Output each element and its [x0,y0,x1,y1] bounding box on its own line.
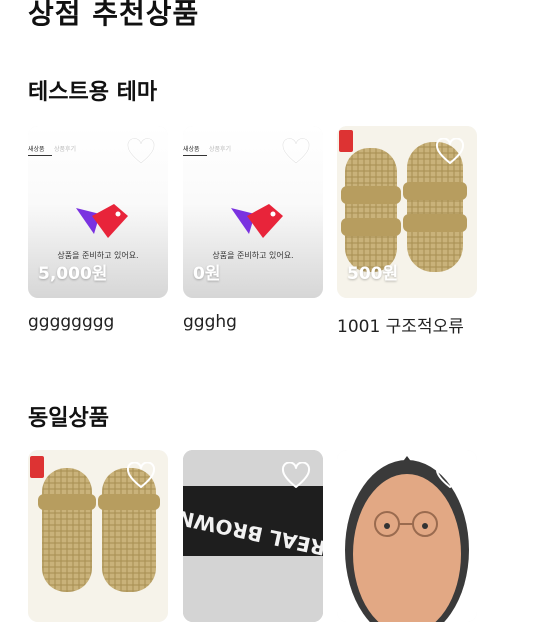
product-card[interactable] [28,450,168,622]
product-card[interactable]: 새상품 상품후기 상품을 준비하고 있어요. 0원 [183,126,323,298]
product-price: 5,000원 [38,264,108,284]
seal-stamp [339,130,353,152]
product-card[interactable]: 500원 [337,126,477,298]
placeholder-tab-new: 새상품 [183,144,207,156]
section-title: 테스트용 테마 [28,80,158,105]
product-card[interactable]: 새상품 상품후기 상품을 준비하고 있어요. 5,000원 [28,126,168,298]
placeholder-tab-new: 새상품 [28,144,52,156]
product-price: 0원 [193,264,221,284]
placeholder-tab-review: 상품후기 [54,146,77,153]
heart-icon[interactable] [126,462,156,490]
product-name[interactable]: gggggggg [28,312,114,332]
page-title: 상점 추천상품 [28,0,200,30]
heart-icon[interactable] [126,138,156,166]
product-card[interactable] [337,450,477,622]
heart-icon[interactable] [281,462,311,490]
tag-logo-icon [231,204,283,238]
product-card[interactable]: REAL BROWN [183,450,323,622]
seal-stamp [30,456,44,478]
placeholder-tab-review: 상품후기 [209,146,232,153]
product-price: 500원 [347,264,399,284]
product-name[interactable]: ggghg [183,312,237,332]
section-title: 동일상품 [28,406,109,431]
heart-icon[interactable] [435,462,465,490]
heart-icon[interactable] [281,138,311,166]
product-name[interactable]: 1001 구조적오류 [337,312,464,337]
heart-icon[interactable] [435,138,465,166]
tag-logo-icon [76,204,128,238]
